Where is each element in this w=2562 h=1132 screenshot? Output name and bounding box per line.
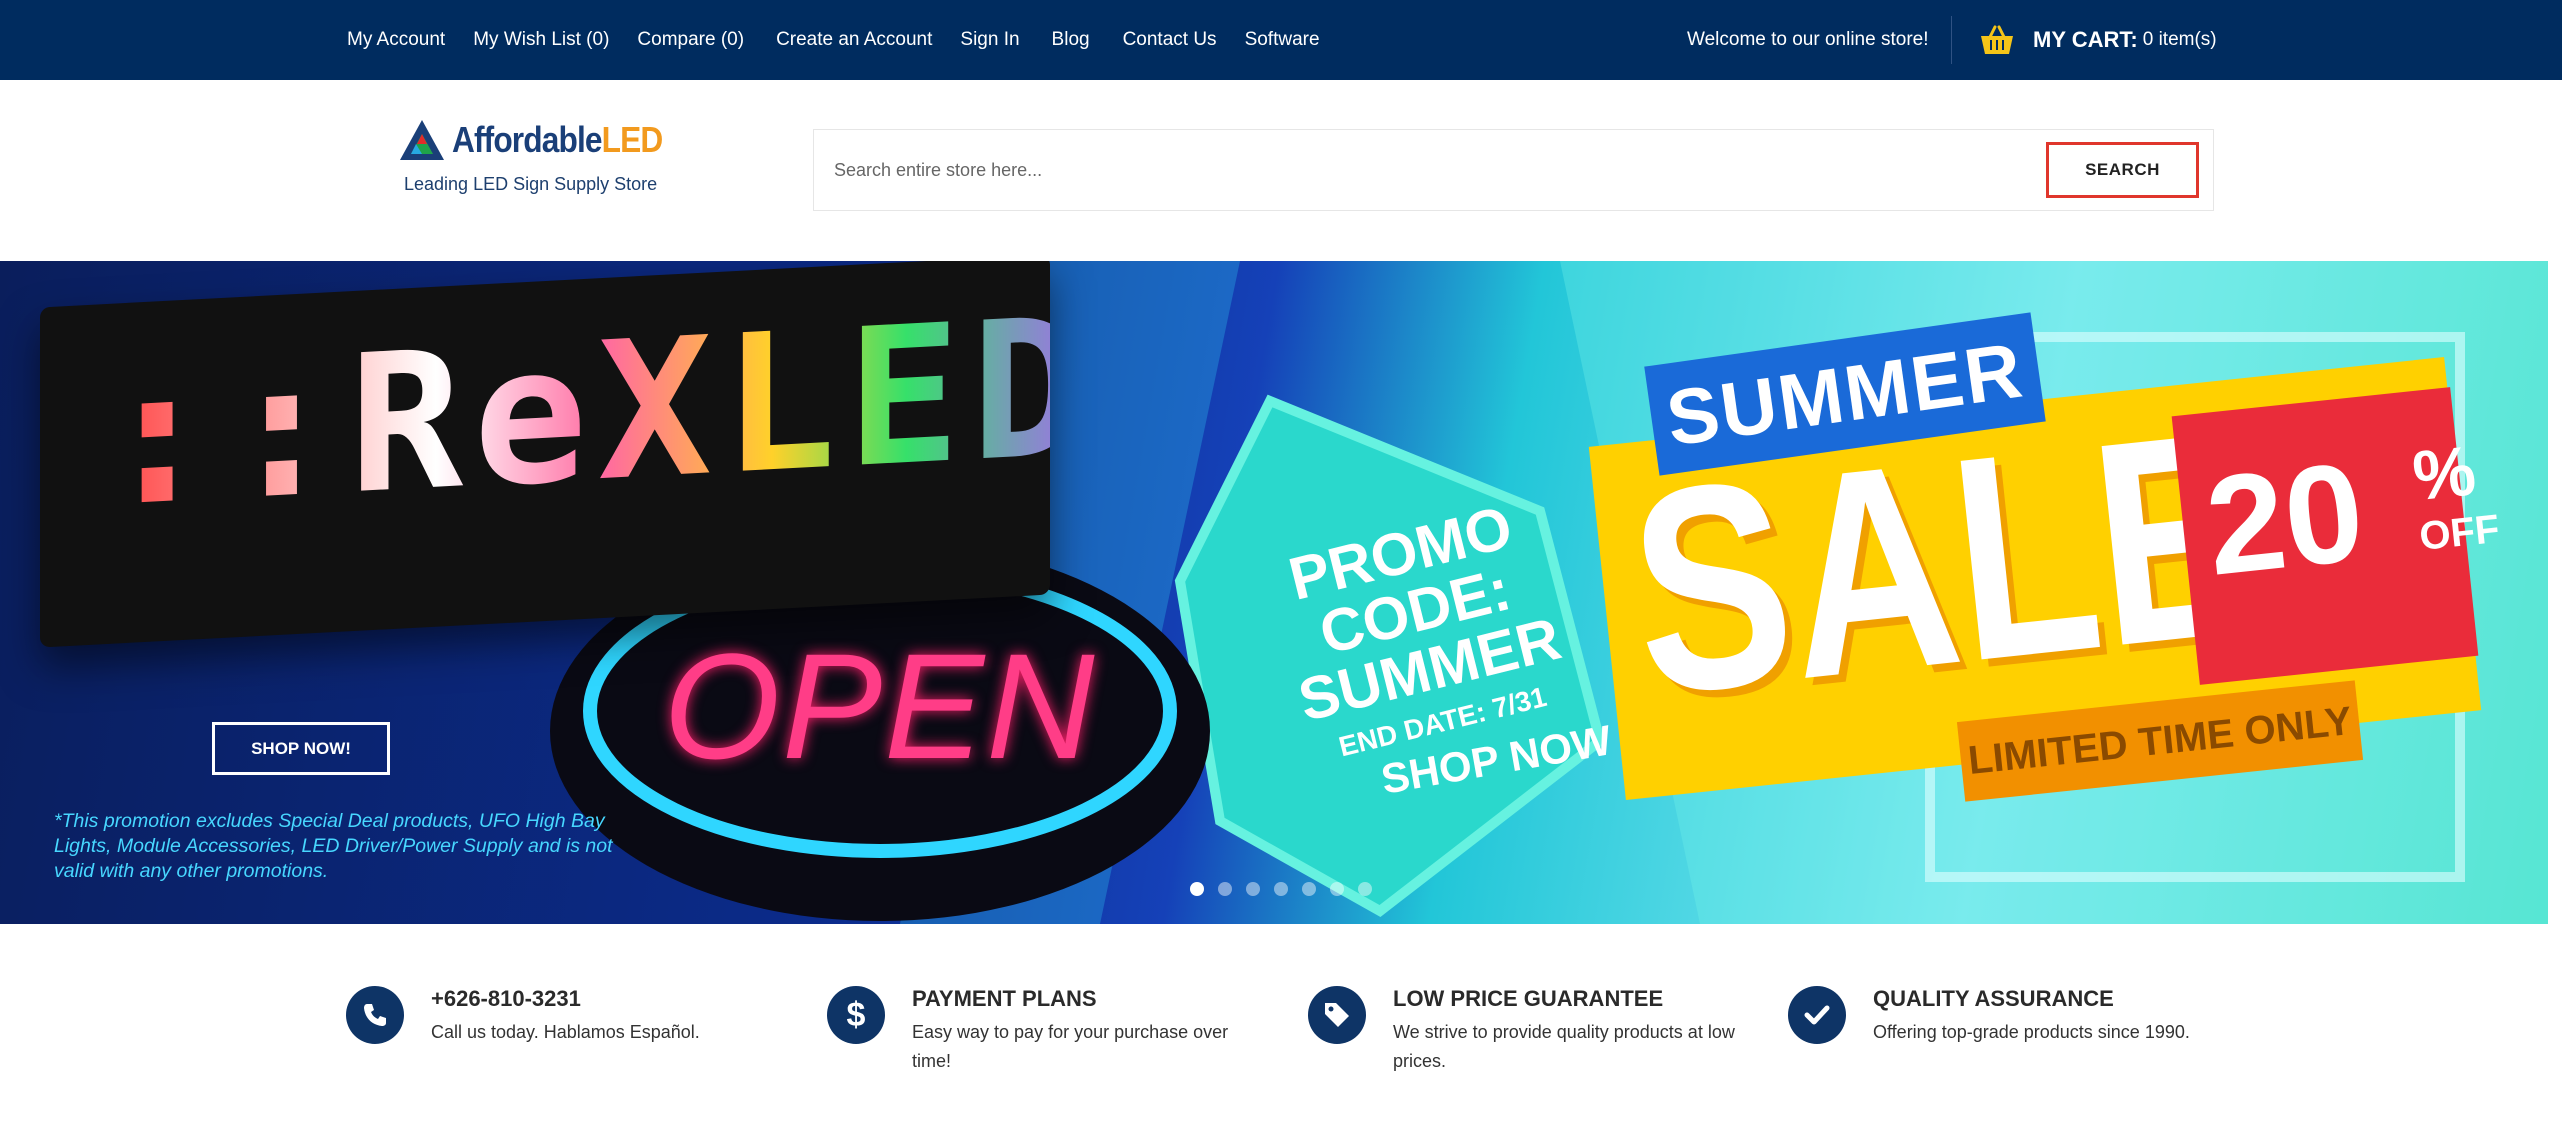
slider-dot[interactable] xyxy=(1302,882,1316,896)
feature-title: LOW PRICE GUARANTEE xyxy=(1393,986,1664,1011)
feature-desc: Offering top-grade products since 1990. xyxy=(1873,1022,2190,1042)
feature-phone: +626-810-3231 Call us today. Hablamos Es… xyxy=(346,986,816,1096)
slider-dot[interactable] xyxy=(1190,882,1204,896)
create-account-link[interactable]: Create an Account xyxy=(776,29,932,51)
cart-title: MY CART: xyxy=(2033,27,2138,52)
phone-icon xyxy=(346,986,404,1044)
site-logo[interactable]: AffordableLED xyxy=(400,116,664,166)
slider-dot[interactable] xyxy=(1330,882,1344,896)
welcome-message: Welcome to our online store! xyxy=(1687,29,1929,50)
discount-percent-sign: % xyxy=(2409,431,2480,516)
cart-count: 0 item(s) xyxy=(2142,29,2217,50)
open-sign-image: OPEN xyxy=(560,541,1200,871)
open-sign-text: OPEN xyxy=(663,621,1097,790)
contact-us-link[interactable]: Contact Us xyxy=(1123,29,1217,51)
logo-triangle-icon xyxy=(400,120,444,160)
logo-wordmark: AffordableLED xyxy=(452,119,664,160)
feature-price: LOW PRICE GUARANTEE We strive to provide… xyxy=(1308,986,1778,1096)
discount-number: 20 xyxy=(2199,432,2371,605)
blog-link[interactable]: Blog xyxy=(1052,29,1090,51)
wish-list-link[interactable]: My Wish List (0) xyxy=(473,29,609,51)
shop-now-button[interactable]: SHOP NOW! xyxy=(212,722,390,775)
slider-dots xyxy=(1190,882,1386,896)
tag-icon xyxy=(1308,986,1366,1044)
dollar-icon: $ xyxy=(827,986,885,1044)
feature-desc: Easy way to pay for your purchase over t… xyxy=(912,1022,1229,1071)
software-link[interactable]: Software xyxy=(1245,29,1320,51)
feature-quality: QUALITY ASSURANCE Offering top-grade pro… xyxy=(1788,986,2258,1096)
my-account-link[interactable]: My Account xyxy=(347,29,445,51)
search-button[interactable]: SEARCH xyxy=(2046,142,2199,198)
slider-dot[interactable] xyxy=(1218,882,1232,896)
search-input[interactable] xyxy=(834,148,1834,192)
logo-part-led: LED xyxy=(601,119,664,160)
top-links: My Account My Wish List (0) Compare (0) … xyxy=(347,0,1348,80)
hero-banner[interactable]: ::ReXLED: OPEN PROMO CODE: SUMMER END DA… xyxy=(0,261,2548,924)
mini-cart[interactable]: MY CART: 0 item(s) xyxy=(1979,0,2217,80)
slider-dot[interactable] xyxy=(1358,882,1372,896)
search-bar: SEARCH xyxy=(813,129,2214,211)
discount-badge: 20 % OFF xyxy=(2171,387,2501,685)
sign-in-link[interactable]: Sign In xyxy=(960,29,1019,51)
tagline: Leading LED Sign Supply Store xyxy=(404,174,658,194)
discount-off: OFF xyxy=(2417,506,2502,559)
top-bar: My Account My Wish List (0) Compare (0) … xyxy=(0,0,2562,80)
top-divider xyxy=(1951,16,1952,64)
feature-title: +626-810-3231 xyxy=(431,986,581,1011)
led-sign-text: ::ReXLED: xyxy=(100,270,1050,550)
feature-title: QUALITY ASSURANCE xyxy=(1873,986,2114,1011)
compare-link[interactable]: Compare (0) xyxy=(637,29,744,51)
slider-dot[interactable] xyxy=(1274,882,1288,896)
feature-payment: $ PAYMENT PLANS Easy way to pay for your… xyxy=(827,986,1297,1096)
basket-icon xyxy=(1981,25,2013,54)
check-icon xyxy=(1788,986,1846,1044)
feature-desc: We strive to provide quality products at… xyxy=(1393,1022,1735,1071)
promo-disclaimer: *This promotion excludes Special Deal pr… xyxy=(54,810,613,882)
feature-title: PAYMENT PLANS xyxy=(912,986,1097,1011)
slider-dot[interactable] xyxy=(1246,882,1260,896)
logo-part-affordable: Affordable xyxy=(452,119,602,160)
feature-desc: Call us today. Hablamos Español. xyxy=(431,1022,700,1042)
